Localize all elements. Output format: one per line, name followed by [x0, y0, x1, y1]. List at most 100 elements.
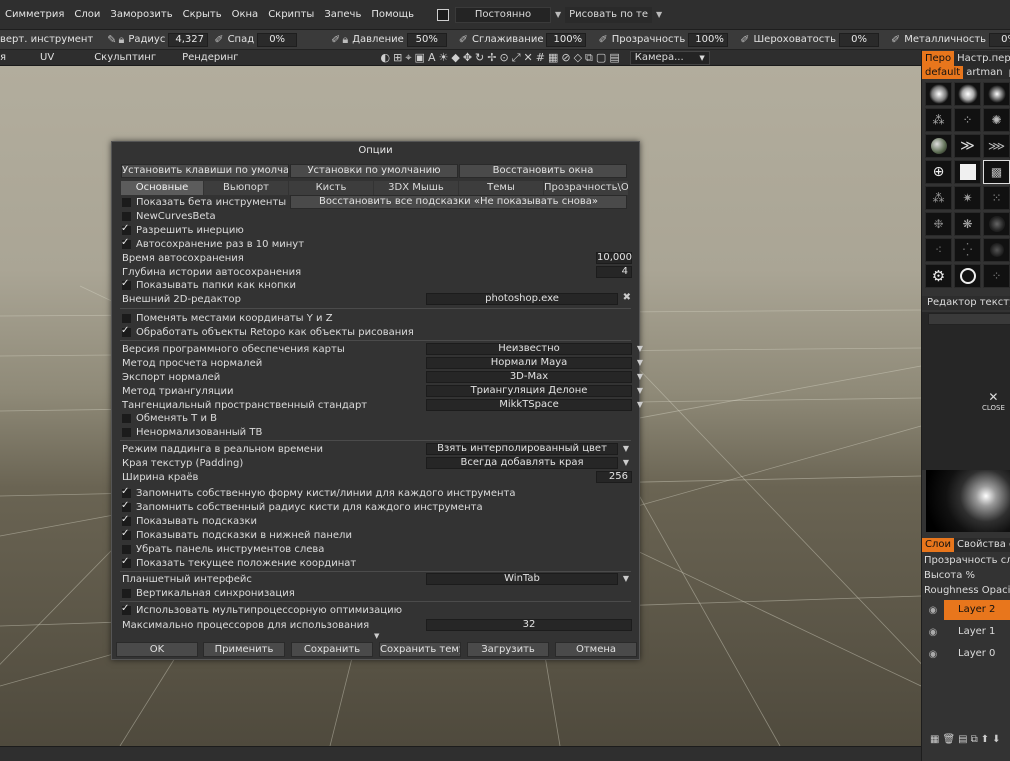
show-hints-option[interactable]: Показывать подсказки	[121, 514, 257, 528]
eye-icon[interactable]: ◉	[922, 649, 944, 660]
tab-viewport[interactable]: Вьюпорт	[204, 181, 288, 195]
remember-shape-checkbox[interactable]	[121, 486, 131, 498]
menu-windows[interactable]: Окна	[227, 9, 264, 20]
grid-icon[interactable]: ⊞	[393, 51, 402, 65]
inertia-checkbox[interactable]	[121, 223, 131, 235]
brush-thumb[interactable]	[954, 160, 981, 184]
new-layer-icon[interactable]: ▦	[930, 734, 939, 745]
hints-bottom-option[interactable]: Показывать подсказки в нижней панели	[121, 528, 352, 542]
autosave-option[interactable]: Автосохранение раз в 10 минут	[121, 237, 304, 251]
vsync-checkbox[interactable]	[122, 589, 131, 598]
show-coords-checkbox[interactable]	[121, 556, 131, 568]
tab-brush[interactable]: Кисть	[289, 181, 373, 195]
tab-layer-properties[interactable]: Свойства с	[954, 538, 1010, 552]
show-coords-option[interactable]: Показать текущее положение координат	[121, 556, 356, 570]
unnormalized-tb-checkbox[interactable]	[122, 428, 131, 437]
ruler-icon[interactable]: ▦	[548, 51, 558, 65]
camera-select[interactable]: Камера... ▼	[629, 50, 710, 65]
tablet-select[interactable]: WinTab ▼	[426, 573, 629, 585]
remove-left-panel-option[interactable]: Убрать панель инструментов слева	[122, 543, 324, 556]
remember-shape-option[interactable]: Запомнить собственную форму кисти/линии …	[121, 486, 515, 500]
brush-thumb[interactable]: ❉	[925, 212, 952, 236]
clear-icon[interactable]: ✖	[623, 293, 631, 303]
pick-icon[interactable]: ⌖	[405, 51, 411, 65]
autosave-time-field[interactable]: 10,000	[596, 252, 632, 264]
draw-mode-select[interactable]: Рисовать по те	[565, 6, 653, 23]
mode-select[interactable]: Постоянно	[454, 6, 551, 23]
new-curves-option[interactable]: NewCurvesBeta	[122, 210, 216, 223]
layer-depth-prop[interactable]: Высота %	[924, 570, 975, 581]
normal-export-select[interactable]: 3D-Max ▼	[426, 371, 643, 383]
save-button[interactable]: Сохранить	[291, 642, 373, 657]
texture-editor-field[interactable]	[928, 313, 1010, 325]
pressure-field[interactable]: 50%	[406, 32, 447, 47]
multiproc-option[interactable]: Использовать мультипроцессорную оптимиза…	[121, 603, 402, 617]
menu-help[interactable]: Помощь	[366, 9, 419, 20]
hints-bottom-checkbox[interactable]	[121, 528, 131, 540]
eye-icon[interactable]: ◉	[922, 605, 944, 616]
cube-icon[interactable]: ◇	[574, 51, 582, 65]
pen-icon[interactable]: ✐	[740, 33, 749, 46]
lock-icon[interactable]: 🔒︎	[118, 33, 124, 47]
cross-icon[interactable]: ✕	[524, 51, 533, 65]
beta-tools-option[interactable]: Показать бета инструменты	[122, 196, 286, 209]
vsync-option[interactable]: Вертикальная синхронизация	[122, 587, 295, 600]
light-icon[interactable]: ☀	[438, 51, 448, 65]
folders-checkbox[interactable]	[121, 278, 131, 290]
remember-radius-checkbox[interactable]	[121, 500, 131, 512]
apply-button[interactable]: Применить	[203, 642, 285, 657]
brush-thumb[interactable]: ⁛	[954, 238, 981, 262]
brush-thumb[interactable]: ⁘	[983, 264, 1010, 288]
brush-thumb[interactable]	[954, 82, 981, 106]
tab-layers[interactable]: Слои	[922, 538, 954, 552]
new-curves-checkbox[interactable]	[122, 212, 131, 221]
tab-themes[interactable]: Темы	[459, 181, 543, 195]
metalness-field[interactable]: 0%	[989, 32, 1010, 47]
layer-opacity-prop[interactable]: Прозрачность сл	[924, 555, 1010, 566]
triangulation-select[interactable]: Триангуляция Делоне ▼	[426, 385, 643, 397]
tab-artman[interactable]: artman	[963, 66, 1005, 79]
brush-thumb[interactable]: ⁘	[954, 108, 981, 132]
duplicate-layer-icon[interactable]: ⧉	[971, 734, 978, 745]
unnormalized-tb-option[interactable]: Ненормализованный TB	[122, 426, 262, 439]
brush-thumb[interactable]: ⁂	[925, 186, 952, 210]
swap-tb-option[interactable]: Обменять T и B	[122, 412, 217, 425]
menu-hide[interactable]: Скрыть	[178, 9, 227, 20]
pen-icon[interactable]: ✐	[598, 33, 607, 46]
restore-hints-button[interactable]: Восстановить все подсказки «Не показыват…	[290, 195, 627, 209]
tab-pen[interactable]: Перо	[922, 51, 955, 66]
load-button[interactable]: Загрузить	[467, 642, 549, 657]
swap-yz-option[interactable]: Поменять местами координаты Y и Z	[122, 312, 333, 325]
reset-defaults-button[interactable]: Установки по умолчанию	[290, 164, 458, 178]
pen-icon[interactable]: ✐	[459, 33, 468, 46]
radius-field[interactable]: 4,327	[168, 32, 209, 47]
normal-method-select[interactable]: Нормали Maya ▼	[426, 357, 643, 369]
brush-thumb[interactable]: ⚙	[925, 264, 952, 288]
texture-edges-select[interactable]: Всегда добавлять края ▼	[426, 457, 629, 469]
chevron-down-icon[interactable]: ▼	[555, 10, 561, 19]
fit-icon[interactable]: ⤢	[512, 51, 521, 65]
tangent-select[interactable]: MikkTSpace ▼	[426, 399, 643, 411]
mode-checkbox[interactable]	[436, 8, 449, 21]
show-hints-checkbox[interactable]	[121, 514, 131, 526]
external-editor-field[interactable]: photoshop.exe ✖	[426, 293, 631, 305]
grid-snap-icon[interactable]: #	[536, 51, 545, 65]
brush-thumb[interactable]: ▩	[983, 160, 1010, 184]
brush-thumb[interactable]	[983, 238, 1010, 262]
room-tab-uv[interactable]: UV	[40, 52, 54, 63]
layer-row[interactable]: ◉ Layer 1	[922, 622, 1010, 642]
brush-thumb[interactable]: ❋	[954, 212, 981, 236]
brush-thumb[interactable]	[983, 82, 1010, 106]
delete-layer-icon[interactable]: 🗑︎	[942, 734, 955, 745]
brush-thumb[interactable]	[925, 82, 952, 106]
window-icon[interactable]: ▢	[596, 51, 606, 65]
merge-layer-icon[interactable]: ▤	[958, 734, 967, 745]
brush-thumb[interactable]	[925, 134, 952, 158]
menu-freeze[interactable]: Заморозить	[105, 9, 177, 20]
max-proc-field[interactable]: 32	[426, 619, 632, 631]
pen-icon[interactable]: ✐	[214, 33, 223, 46]
pen-icon[interactable]: ✐	[331, 33, 340, 46]
move-down-icon[interactable]: ⬇	[992, 734, 1000, 745]
tab-pen-settings[interactable]: Настр.пера	[954, 51, 1010, 66]
brush-thumb[interactable]: ⋙	[983, 134, 1010, 158]
